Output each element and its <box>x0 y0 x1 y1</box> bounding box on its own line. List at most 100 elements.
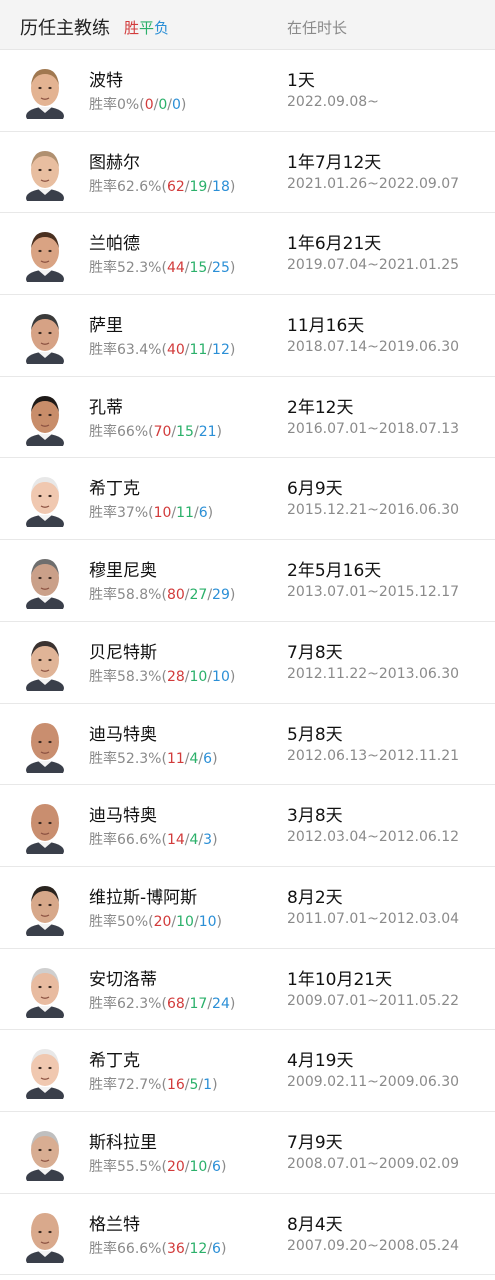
list-item[interactable]: 安切洛蒂胜率62.3%(68/17/24) 1年10月21天 2009.07.01~… <box>0 949 495 1031</box>
coach-name: 贝尼特斯 <box>89 642 157 663</box>
losses: 21 <box>198 423 217 440</box>
list-item[interactable]: 格兰特 胜率66.6%(36/12/6) 8月4天 2007.09.20~2008.0… <box>0 1194 495 1276</box>
draws: 4 <box>189 832 199 849</box>
draws: 5 <box>189 1077 199 1094</box>
avatar <box>25 143 65 201</box>
coach-name: 图赫尔 <box>89 152 140 173</box>
win-rate: 胜率63.4% <box>89 342 162 359</box>
win-rate: 胜率62.6% <box>89 178 162 195</box>
coach-record: 胜率52.3%(11/4/6) <box>89 750 218 767</box>
wins: 36 <box>166 1240 185 1257</box>
wins: 16 <box>166 1077 185 1094</box>
coach-portrait-icon <box>26 1130 64 1181</box>
draws: 17 <box>189 995 208 1012</box>
list-item[interactable]: 穆里尼奥 胜率58.8%(80/27/29) 2年5月16天 2013.07.01~2… <box>0 540 495 622</box>
tenure-period: 2022.09.08~ <box>287 94 379 110</box>
avatar <box>25 306 65 365</box>
avatar <box>25 1041 65 1100</box>
list-item[interactable]: 斯科拉里 胜率55.5%(20/10/6) 7月9天 2008.07.01~2009.… <box>0 1112 495 1194</box>
win-rate: 胜率66.6% <box>89 1240 162 1257</box>
draws: 11 <box>189 342 208 359</box>
coach-portrait-icon <box>26 477 64 528</box>
avatar <box>25 960 65 1018</box>
list-item[interactable]: 萨里 胜率63.4%(40/11/12) 11月16天 2018.07.14~2019… <box>0 295 495 377</box>
draws: 27 <box>189 587 208 604</box>
legend-loss: 负 <box>154 19 170 37</box>
coach-record: 胜率62.3%(68/17/24) <box>89 995 236 1012</box>
coach-name: 维拉斯-博阿斯 <box>89 887 198 908</box>
avatar <box>25 61 65 119</box>
draws: 15 <box>176 423 194 440</box>
coach-portrait-icon <box>26 722 64 773</box>
win-rate: 胜率37% <box>89 505 149 522</box>
coach-record: 胜率66%(70/15/21) <box>89 423 222 440</box>
list-item[interactable]: 波特 胜率0%(0/0/0) 1天 2022.09.08~ <box>0 50 495 132</box>
list-item[interactable]: 贝尼特斯 胜率58.3%(28/10/10) 7月8天 2012.11.22~2013… <box>0 622 495 704</box>
draws: 4 <box>189 750 199 767</box>
coach-portrait-icon <box>26 314 64 365</box>
tenure-duration: 5月8天 <box>287 724 343 745</box>
list-item[interactable]: 希丁克 胜率37%(10/11/6) 6月9天 2015.12.21~2016.06.… <box>0 458 495 541</box>
coach-portrait-icon <box>26 69 64 119</box>
list-item[interactable]: 孔蒂 胜率66%(70/15/21) 2年12天 2016.07.01~2018.07… <box>0 377 495 459</box>
coach-record: 胜率50%(20/10/10) <box>89 913 222 930</box>
coach-name: 斯科拉里 <box>89 1132 157 1153</box>
coach-record: 胜率62.6%(62/19/18) <box>89 178 236 195</box>
coach-portrait-icon <box>26 1049 64 1100</box>
wins: 44 <box>166 260 185 277</box>
win-rate: 胜率58.3% <box>89 668 162 685</box>
list-item[interactable]: 希丁克 胜率72.7%(16/5/1) 4月19天 2009.02.11~2009.0… <box>0 1030 495 1112</box>
win-rate: 胜率50% <box>89 913 149 930</box>
wins: 20 <box>166 1158 185 1175</box>
coach-record: 胜率58.3%(28/10/10) <box>89 668 236 685</box>
tenure-period: 2011.07.01~2012.03.04 <box>287 910 460 927</box>
wins: 11 <box>166 750 185 767</box>
draws: 10 <box>176 913 194 930</box>
avatar <box>25 878 65 936</box>
wins: 70 <box>153 423 172 440</box>
tenure-period: 2009.07.01~2011.05.22 <box>287 992 460 1009</box>
coach-portrait-icon <box>26 232 64 283</box>
losses: 18 <box>212 178 230 195</box>
losses: 6 <box>203 750 213 767</box>
coach-portrait-icon <box>26 804 64 855</box>
tenure-period: 2007.09.20~2008.05.24 <box>287 1237 460 1254</box>
losses: 24 <box>212 995 230 1012</box>
tenure-duration: 1天 <box>287 71 315 91</box>
win-rate: 胜率66% <box>89 423 149 440</box>
list-item[interactable]: 迪马特奥 胜率52.3%(11/4/6) 5月8天 2012.06.13~2012.1… <box>0 704 495 786</box>
list-item[interactable]: 维拉斯-博阿斯 胜率50%(20/10/10) 8月2天 2011.07.01~201… <box>0 867 495 949</box>
list-item[interactable]: 图赫尔 胜率62.6%(62/19/18) 1年7月12天 2021.01.26~20… <box>0 132 495 214</box>
coach-portrait-icon <box>26 395 64 446</box>
draws: 10 <box>189 1158 208 1175</box>
wins: 20 <box>153 913 172 930</box>
coach-record: 胜率52.3%(44/15/25) <box>89 260 236 277</box>
coach-record: 胜率72.7%(16/5/1) <box>89 1077 218 1094</box>
coach-portrait-icon <box>26 967 64 1018</box>
losses: 12 <box>212 342 230 359</box>
wins: 40 <box>166 342 185 359</box>
coach-portrait-icon <box>26 1212 64 1263</box>
page-title: 历任主教练 <box>20 18 110 39</box>
win-rate: 胜率0% <box>89 97 140 113</box>
tenure-duration: 1年10月21天 <box>287 969 393 990</box>
coach-name: 安切洛蒂 <box>89 969 157 990</box>
losses: 29 <box>212 587 230 604</box>
wins: 0 <box>144 97 154 113</box>
list-item[interactable]: 兰帕德 胜率52.3%(44/15/25) 1年6月21天 2019.07.04~20… <box>0 213 495 296</box>
list-item[interactable]: 迪马特奥 胜率66.6%(14/4/3) 3月8天 2012.03.04~2012.0… <box>0 785 495 867</box>
avatar <box>25 469 65 528</box>
coach-name: 兰帕德 <box>89 234 140 255</box>
coach-name: 希丁克 <box>89 1051 140 1072</box>
coach-name: 波特 <box>89 71 123 91</box>
draws: 10 <box>189 668 208 685</box>
tenure-period: 2012.06.13~2012.11.21 <box>287 747 460 764</box>
tenure-duration: 6月9天 <box>287 479 343 500</box>
losses: 1 <box>203 1077 213 1094</box>
tenure-column-header: 在任时长 <box>287 19 348 37</box>
tenure-duration: 1年7月12天 <box>287 152 382 173</box>
draws: 15 <box>189 260 208 277</box>
tenure-duration: 8月4天 <box>287 1214 343 1235</box>
losses: 6 <box>212 1240 221 1257</box>
draws: 12 <box>189 1240 208 1257</box>
